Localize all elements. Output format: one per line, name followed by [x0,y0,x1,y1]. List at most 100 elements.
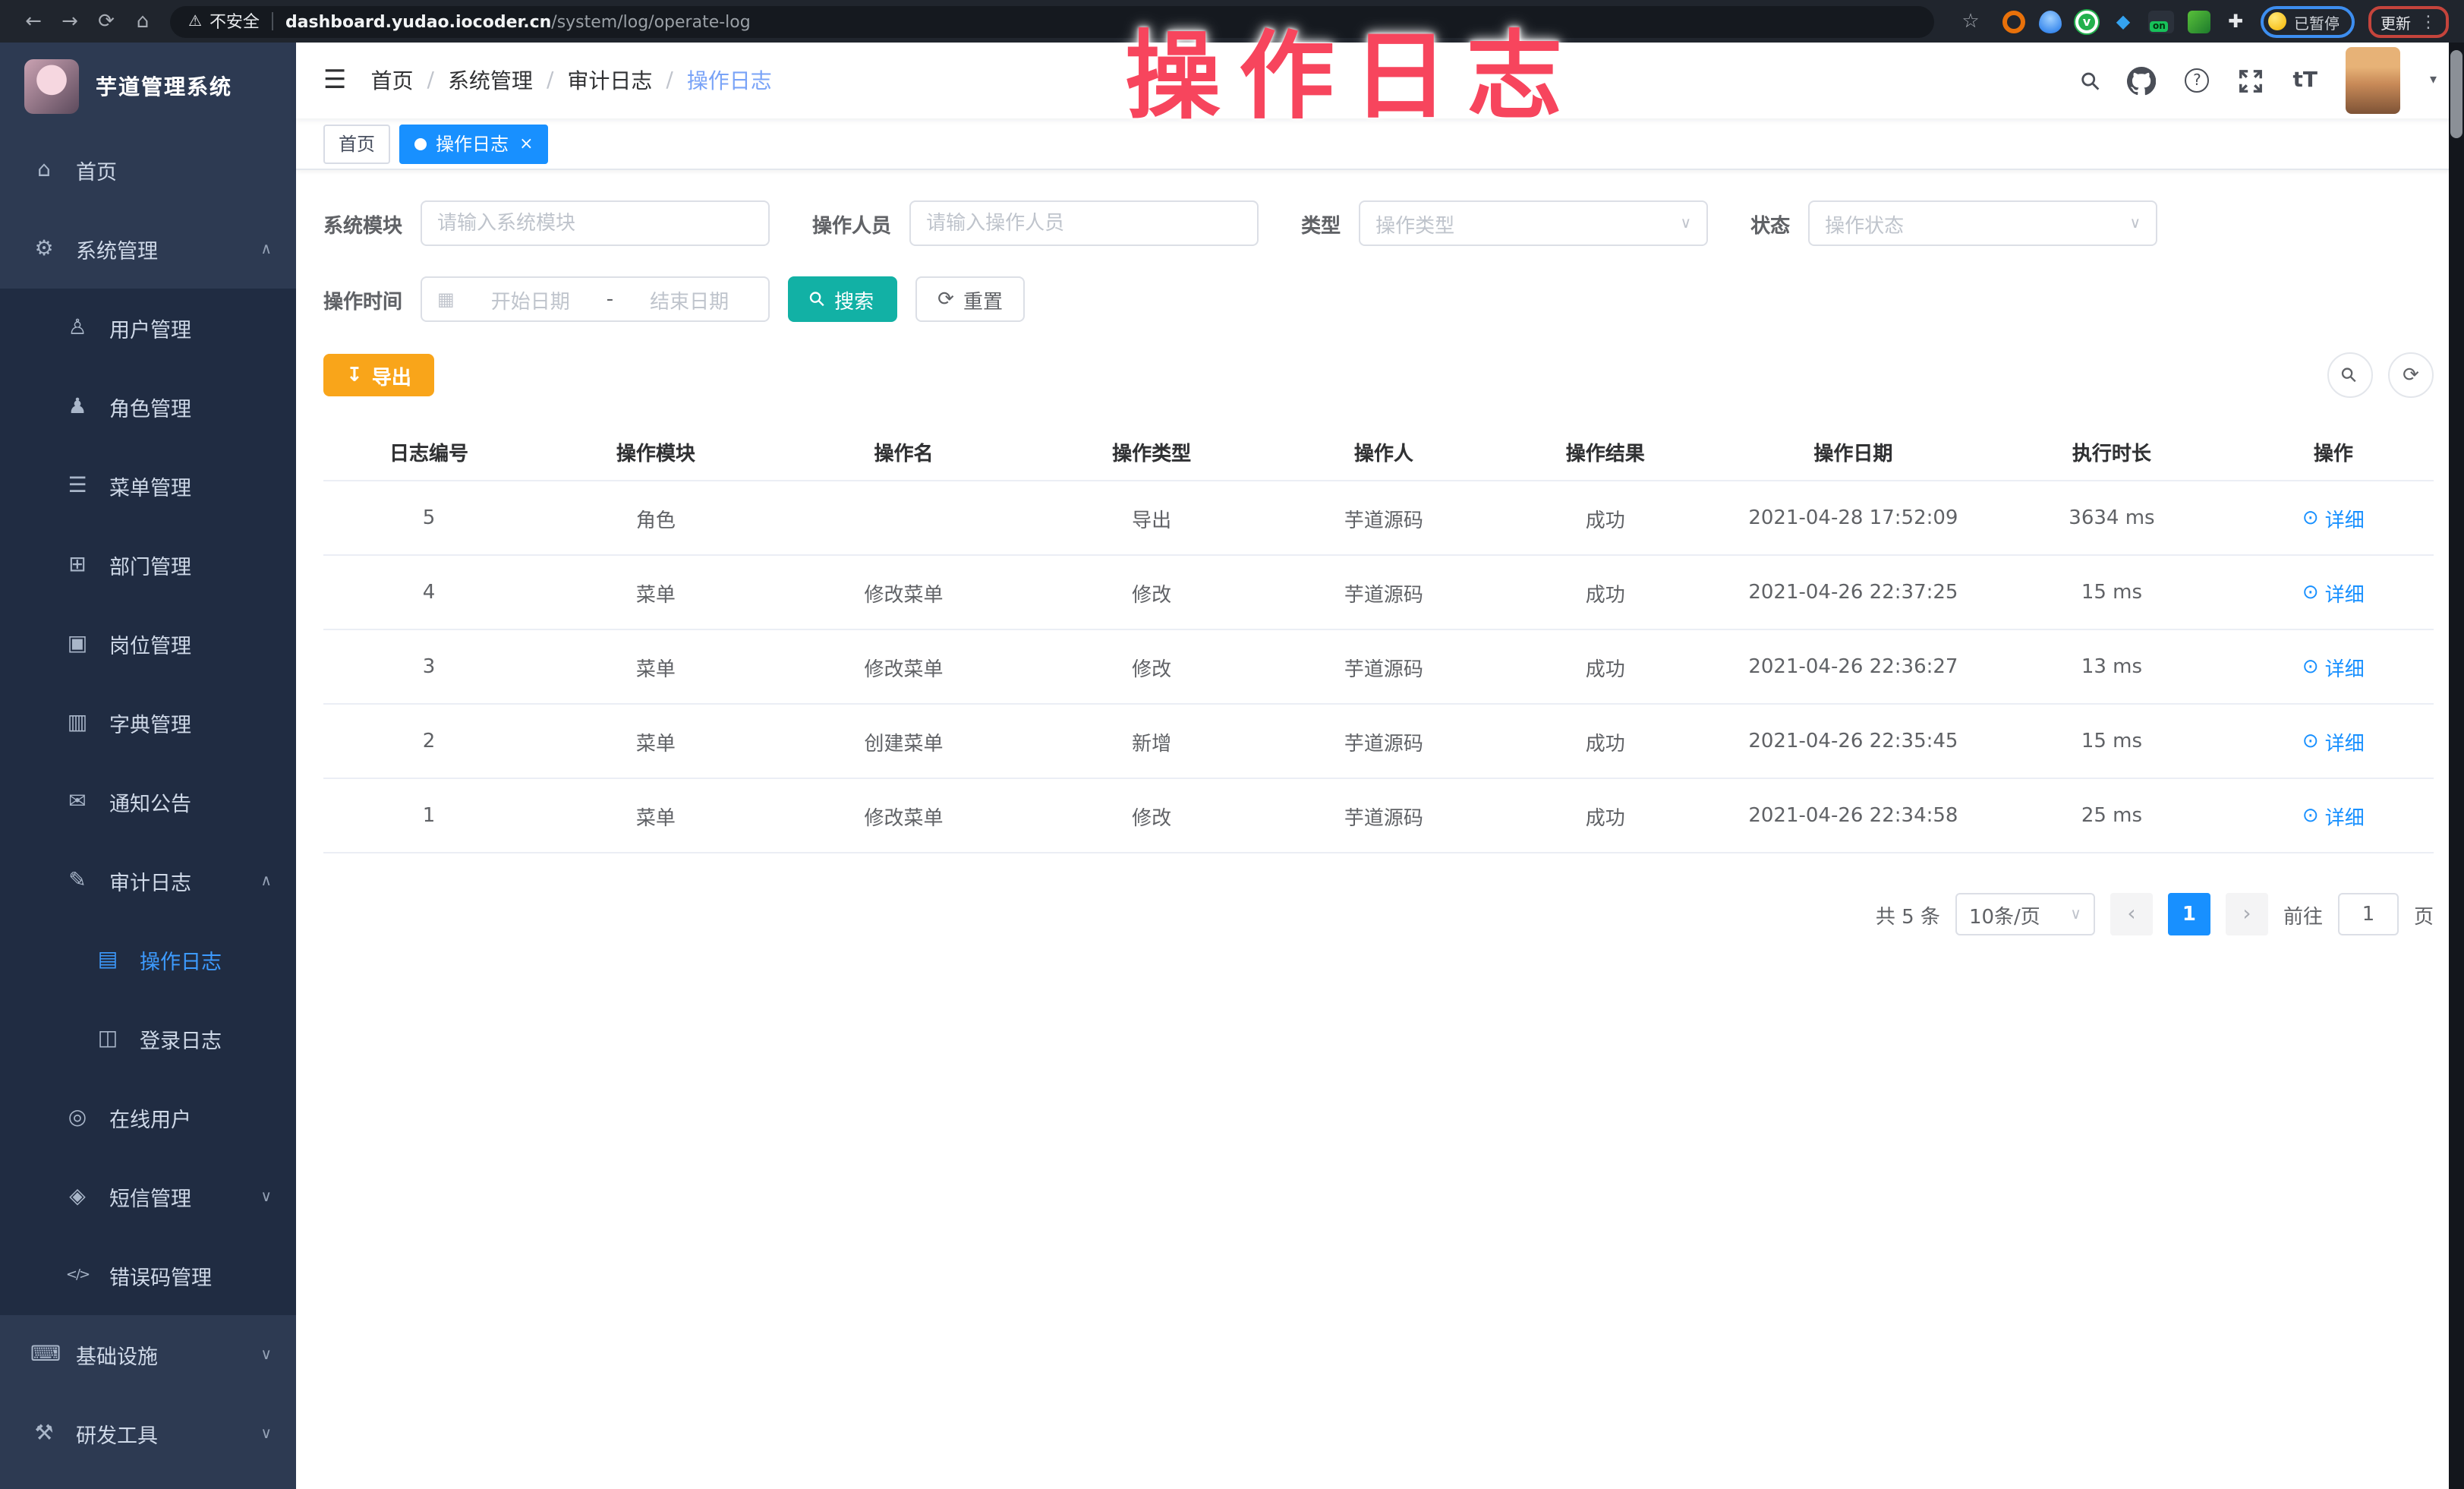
tab-operate-log[interactable]: 操作日志 × [399,124,548,163]
cell-date: 2021-04-28 17:52:09 [1716,481,1990,554]
extension-gem-icon[interactable]: ◆ [2112,10,2135,33]
search-button[interactable]: ⚲ 搜索 [788,276,896,322]
browser-forward-icon[interactable]: → [52,10,88,33]
toggle-search-button[interactable]: ⚲ [2327,352,2373,398]
extension-orange-icon[interactable] [2002,10,2025,33]
page-size-select[interactable]: 10条/页 ∨ [1955,893,2095,935]
table-column-header: 日志编号 [323,422,534,480]
sidebar-item-home[interactable]: ⌂ 首页 [0,131,296,210]
detail-link[interactable]: ⊙ 详细 [2302,578,2365,607]
sidebar-item-posts[interactable]: ▣ 岗位管理 [0,604,296,683]
extension-green-check-icon[interactable]: v [2075,10,2098,33]
sms-shield-icon: ◈ [64,1185,91,1209]
browser-home-icon[interactable]: ⌂ [124,10,161,33]
table-header-row: 日志编号 操作模块 操作名 操作类型 操作人 操作结果 操作日期 [323,422,2434,481]
start-date-placeholder[interactable]: 开始日期 [467,285,594,314]
refresh-button[interactable]: ⟳ [2388,352,2434,398]
sidebar-item-departments[interactable]: ⊞ 部门管理 [0,525,296,604]
module-input[interactable] [421,200,770,246]
detail-link[interactable]: ⊙ 详细 [2302,503,2365,532]
menu-list-icon: ☰ [64,474,91,498]
scrollbar-thumb[interactable] [2450,50,2462,138]
cell-log-id: 2 [323,705,534,778]
status-select[interactable]: 操作状态 ∨ [1808,200,2157,246]
help-icon[interactable]: ? [2185,68,2209,93]
cell-result: 成功 [1495,705,1716,778]
fullscreen-icon[interactable] [2238,68,2264,93]
sidebar-item-roles[interactable]: ♟ 角色管理 [0,368,296,446]
scrollbar-track[interactable] [2449,43,2464,1489]
menu-item-label: 部门管理 [109,550,191,580]
sidebar-item-menus[interactable]: ☰ 菜单管理 [0,446,296,525]
cell-operator: 芋道源码 [1273,630,1495,703]
dashboard-icon: ⌂ [30,158,58,182]
github-icon[interactable] [2127,66,2156,95]
reset-button[interactable]: ⟳ 重置 [915,276,1026,322]
search-button-icon: ⚲ [805,286,831,313]
browser-reload-icon[interactable]: ⟳ [88,10,124,33]
profile-paused-pill[interactable]: 已暂停 [2261,5,2355,37]
prev-page-button[interactable]: ‹ [2110,893,2153,935]
tab-close-icon[interactable]: × [519,134,533,153]
end-date-placeholder[interactable]: 结束日期 [625,285,753,314]
cell-operation-name [777,481,1031,554]
type-select[interactable]: 操作类型 ∨ [1359,200,1708,246]
sidebar-item-notices[interactable]: ✉ 通知公告 [0,762,296,841]
detail-link[interactable]: ⊙ 详细 [2302,652,2365,681]
extension-on-badge-icon[interactable]: on [2148,10,2174,33]
cell-duration: 25 ms [1990,779,2233,852]
detail-link[interactable]: ⊙ 详细 [2302,801,2365,830]
operate-log-table: 日志编号 操作模块 操作名 操作类型 操作人 操作结果 操作日期 [323,422,2434,853]
address-bar[interactable]: ⚠ 不安全 dashboard.yudao.iocoder.cn/system/… [170,5,1934,37]
not-secure-label[interactable]: 不安全 [210,9,260,33]
cell-date: 2021-04-26 22:36:27 [1716,630,1990,703]
paused-label: 已暂停 [2294,10,2340,33]
cell-operation-type: 修改 [1030,779,1273,852]
sidebar-item-audit-logs[interactable]: ✎ 审计日志 ∧ [0,841,296,920]
browser-update-button[interactable]: 更新 ⋮ [2368,5,2449,37]
export-button[interactable]: ↧ 导出 [323,354,434,396]
browser-menu-dots-icon[interactable]: ⋮ [2420,11,2437,31]
cell-duration: 15 ms [1990,556,2233,629]
sidebar-item-infrastructure[interactable]: ⌨ 基础设施 ∨ [0,1315,296,1394]
menu-item-label: 系统管理 [76,234,158,264]
breadcrumb-item-home[interactable]: 首页 [371,65,414,96]
date-range-picker[interactable]: ▦ 开始日期 - 结束日期 [421,276,770,322]
sidebar-toggle-icon[interactable]: ☰ [323,65,347,96]
devtools-briefcase-icon: ⚒ [30,1421,58,1446]
tab-home[interactable]: 首页 [323,124,390,163]
sidebar-item-operate-log[interactable]: ▤ 操作日志 [0,920,296,999]
current-page-button[interactable]: 1 [2168,893,2210,935]
breadcrumb-item-audit[interactable]: 审计日志 [567,65,652,96]
eye-icon: ⊙ [2302,581,2319,604]
sidebar-item-sms[interactable]: ◈ 短信管理 ∨ [0,1157,296,1236]
extensions-puzzle-icon[interactable]: ✚ [2224,10,2247,33]
breadcrumb-item-system[interactable]: 系统管理 [448,65,533,96]
bookmark-star-icon[interactable]: ☆ [1952,10,1989,33]
sidebar-item-dev-tools[interactable]: ⚒ 研发工具 ∨ [0,1394,296,1473]
avatar-caret-icon[interactable]: ▾ [2430,73,2437,88]
page-size-value: 10条/页 [1969,900,2040,929]
detail-link[interactable]: ⊙ 详细 [2302,727,2365,756]
goto-page-input[interactable] [2338,893,2399,935]
url-path: /system/log/operate-log [551,11,750,31]
search-icon[interactable]: ⚲ [2081,66,2098,95]
extension-drop-icon[interactable] [2039,10,2062,33]
font-size-icon[interactable]: tT [2292,68,2317,93]
sidebar-item-users[interactable]: ♙ 用户管理 [0,289,296,368]
extension-leaf-icon[interactable] [2188,10,2210,33]
sidebar-item-login-log[interactable]: ◫ 登录日志 [0,999,296,1078]
operator-input[interactable] [909,200,1259,246]
cell-log-id: 3 [323,630,534,703]
audit-edit-icon: ✎ [64,869,91,893]
sidebar-item-system[interactable]: ⚙ 系统管理 ∧ [0,210,296,289]
sidebar-item-error-codes[interactable]: </> 错误码管理 [0,1236,296,1315]
goto-label: 前往 [2283,900,2323,929]
修改菜单: 1 菜单 修改菜单 修改 芋道源码 成功 2021-04-26 22:34:58… [323,779,2434,853]
sidebar-item-online-users[interactable]: ◎ 在线用户 [0,1078,296,1157]
next-page-button[interactable]: › [2226,893,2268,935]
cell-module: 菜单 [534,556,777,629]
sidebar-item-dictionaries[interactable]: ▥ 字典管理 [0,683,296,762]
avatar[interactable] [2346,47,2401,114]
browser-back-icon[interactable]: ← [15,10,52,33]
